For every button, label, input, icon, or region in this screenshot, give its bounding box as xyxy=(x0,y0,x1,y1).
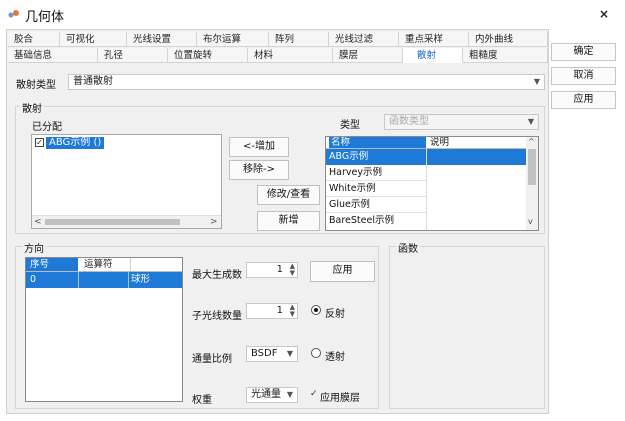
table-row[interactable]: 0 球形 xyxy=(26,272,182,288)
tab-scatter[interactable]: 散射 xyxy=(403,48,463,63)
child-rays-value: 1 xyxy=(276,305,283,316)
apply-film-label: 应用膜层 xyxy=(320,393,360,404)
tab-basic-info[interactable]: 基础信息 xyxy=(8,48,98,63)
tab-inner-outer-curve[interactable]: 内外曲线 xyxy=(469,32,548,47)
tab-visualize[interactable]: 可视化 xyxy=(60,32,127,47)
chevron-down-icon: ▼ xyxy=(527,117,534,126)
scatter-group-title: 散射 xyxy=(20,100,44,115)
max-gen-label: 最大生成数 xyxy=(192,270,242,281)
assigned-item-checkbox[interactable]: ✓ xyxy=(35,138,44,147)
edit-view-button[interactable]: 修改/查看 xyxy=(257,185,320,205)
apply-film-checkmark-icon[interactable]: ✓ xyxy=(310,389,318,399)
scatter-type-value: 普通散射 xyxy=(73,76,113,87)
spin-updown-icon[interactable]: ▲ ▼ xyxy=(290,304,295,318)
weight-value: 光通量 xyxy=(251,389,281,400)
max-gen-spinner[interactable]: 1 ▲ ▼ xyxy=(246,262,298,278)
table-body: ABG示例 Harvey示例 White示例 Glue示例 BareSteel示… xyxy=(326,149,526,230)
direction-header-index[interactable]: 序号 xyxy=(26,258,78,271)
direction-header-operator[interactable]: 运算符 xyxy=(81,258,113,271)
transmit-label: 透射 xyxy=(325,352,345,363)
direction-table-header: 序号 运算符 xyxy=(26,258,182,272)
horizontal-scroll-thumb[interactable] xyxy=(45,219,180,225)
chevron-down-icon: ▼ xyxy=(533,77,540,86)
tab-aperture[interactable]: 孔径 xyxy=(98,48,168,63)
flux-ratio-value: BSDF xyxy=(251,348,278,359)
chevron-down-icon: ▼ xyxy=(286,349,293,358)
direction-row-index: 0 xyxy=(30,274,37,285)
assigned-item[interactable]: ABG示例 () xyxy=(46,137,105,149)
close-icon[interactable]: × xyxy=(596,6,612,22)
table-row[interactable]: White示例 xyxy=(326,181,426,197)
function-group xyxy=(389,246,545,409)
tab-strip: 胶合 可视化 光线设置 布尔运算 阵列 光线过滤 重点采样 内外曲线 基础信息 … xyxy=(8,30,548,64)
function-group-title: 函数 xyxy=(396,240,420,255)
reflect-radio[interactable] xyxy=(311,305,321,315)
apply-side-button[interactable]: 应用 xyxy=(551,91,616,109)
add-button[interactable]: <-增加 xyxy=(229,137,289,157)
app-icon xyxy=(8,10,19,18)
scatter-function-table[interactable]: 名称 说明 ABG示例 Harvey示例 White示例 Glue示例 Bare… xyxy=(325,136,539,231)
flux-ratio-label: 通量比例 xyxy=(192,354,232,365)
tab-ray-filter[interactable]: 光线过滤 xyxy=(329,32,399,47)
table-row-desc[interactable] xyxy=(427,149,526,165)
table-row[interactable]: Glue示例 xyxy=(326,197,426,213)
window-title: 几何体 xyxy=(25,10,65,25)
weight-select[interactable]: 光通量 ▼ xyxy=(246,387,298,403)
scatter-type-select[interactable]: 普通散射 ▼ xyxy=(68,74,545,90)
tab-roughness[interactable]: 粗糙度 xyxy=(463,48,548,63)
tab-ray-settings[interactable]: 光线设置 xyxy=(127,32,197,47)
transmit-radio[interactable] xyxy=(311,348,321,358)
direction-table[interactable]: 序号 运算符 0 球形 xyxy=(25,257,183,402)
tab-glue[interactable]: 胶合 xyxy=(8,32,60,47)
table-header: 名称 说明 xyxy=(326,137,526,149)
child-rays-spinner[interactable]: 1 ▲ ▼ xyxy=(246,303,298,319)
table-header-name[interactable]: 名称 xyxy=(329,137,426,148)
table-row[interactable]: Harvey示例 xyxy=(326,165,426,181)
direction-row-shape: 球形 xyxy=(131,274,151,285)
weight-label: 权重 xyxy=(192,395,212,406)
tab-array[interactable]: 阵列 xyxy=(269,32,329,47)
tab-material[interactable]: 材料 xyxy=(248,48,333,63)
apply-button[interactable]: 应用 xyxy=(310,261,375,282)
table-row[interactable]: BareSteel示例 xyxy=(326,213,426,229)
type-value: 函数类型 xyxy=(389,116,429,127)
child-rays-label: 子光线数量 xyxy=(192,311,242,322)
max-gen-value: 1 xyxy=(276,264,283,275)
remove-button[interactable]: 移除-> xyxy=(229,160,289,180)
chevron-down-icon: ▼ xyxy=(286,390,293,399)
spin-updown-icon[interactable]: ▲ ▼ xyxy=(290,263,295,277)
assigned-list[interactable]: ✓ ABG示例 () < > xyxy=(31,134,222,229)
reflect-label: 反射 xyxy=(325,309,345,320)
scroll-down-icon[interactable]: v xyxy=(528,217,533,226)
new-button[interactable]: 新增 xyxy=(257,211,320,231)
type-select: 函数类型 ▼ xyxy=(384,114,539,130)
cancel-button[interactable]: 取消 xyxy=(551,67,616,85)
tab-boolean[interactable]: 布尔运算 xyxy=(197,32,269,47)
assigned-label: 已分配 xyxy=(32,122,62,133)
scroll-left-icon[interactable]: < xyxy=(34,217,42,227)
scatter-type-label: 散射类型 xyxy=(16,80,56,91)
vertical-scroll-thumb[interactable] xyxy=(528,149,536,185)
table-header-desc[interactable]: 说明 xyxy=(428,137,449,148)
vertical-scrollbar[interactable]: ^ v xyxy=(526,137,538,230)
direction-group-title: 方向 xyxy=(22,240,46,255)
tab-importance-sampling[interactable]: 重点采样 xyxy=(399,32,469,47)
type-label: 类型 xyxy=(340,120,360,131)
ok-button[interactable]: 确定 xyxy=(551,43,616,61)
scroll-up-icon[interactable]: ^ xyxy=(528,137,535,146)
tab-film[interactable]: 膜层 xyxy=(333,48,403,63)
table-row[interactable]: ABG示例 xyxy=(326,149,426,165)
title-bar xyxy=(0,0,625,28)
scroll-right-icon[interactable]: > xyxy=(210,217,218,227)
tab-position-rotation[interactable]: 位置旋转 xyxy=(168,48,248,63)
horizontal-scrollbar[interactable]: < > xyxy=(32,215,221,228)
flux-ratio-select[interactable]: BSDF ▼ xyxy=(246,346,298,362)
